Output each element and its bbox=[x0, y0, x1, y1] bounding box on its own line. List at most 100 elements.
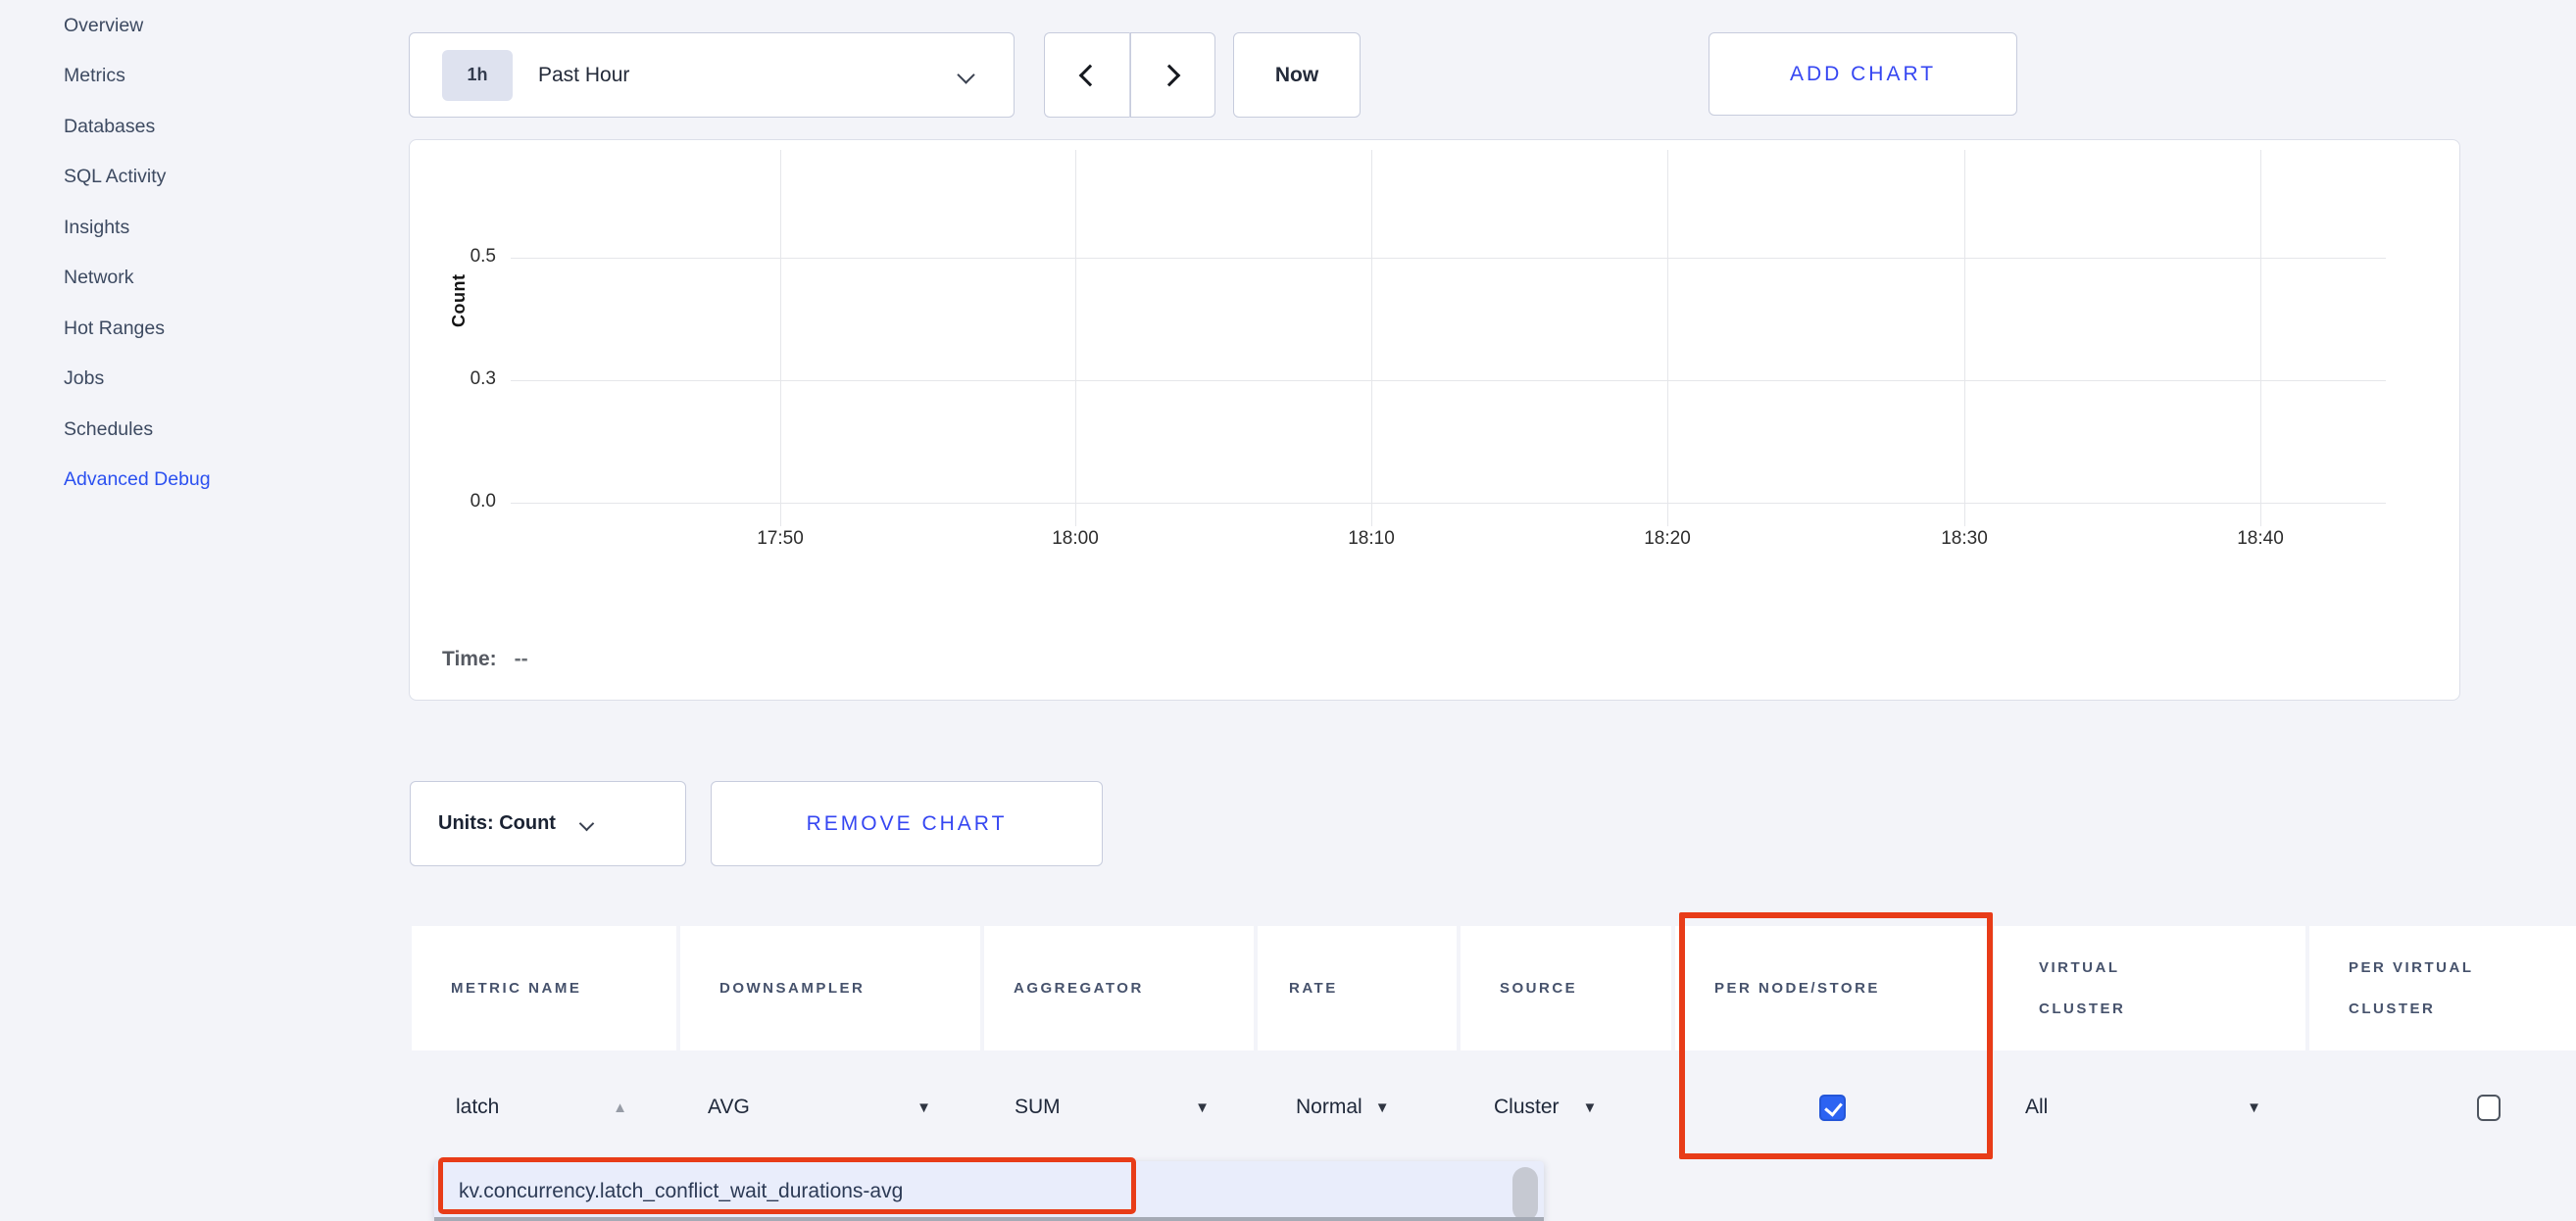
column-header-label: RATE bbox=[1289, 968, 1338, 1009]
add-chart-label: ADD CHART bbox=[1790, 63, 1936, 86]
triangle-down-icon: ▼ bbox=[916, 1100, 931, 1115]
sidebar-item-label: Insights bbox=[64, 217, 129, 239]
virtual-cluster-value: All bbox=[2025, 1096, 2048, 1119]
gridline bbox=[1371, 150, 1372, 526]
sidebar-item-label: Jobs bbox=[64, 367, 104, 390]
column-header-downsampler: DOWNSAMPLER bbox=[680, 926, 980, 1050]
metric-name-input[interactable]: latch ▲ bbox=[412, 1058, 676, 1156]
chevron-down-icon bbox=[579, 816, 595, 832]
triangle-down-icon: ▼ bbox=[1195, 1100, 1210, 1115]
column-header-per-virtual-cluster: PER VIRTUAL CLUSTER bbox=[2309, 926, 2576, 1050]
add-chart-button[interactable]: ADD CHART bbox=[1709, 32, 2017, 116]
time-pager bbox=[1044, 32, 1215, 118]
dropdown-scrollbar-thumb[interactable] bbox=[1512, 1167, 1538, 1221]
remove-chart-button[interactable]: REMOVE CHART bbox=[711, 781, 1103, 866]
x-tick-label: 18:40 bbox=[2237, 528, 2284, 550]
column-header-label: SOURCE bbox=[1500, 968, 1577, 1009]
sidebar-item-label: Overview bbox=[64, 15, 143, 37]
metric-suggestion-item[interactable]: kv.concurrency.latch_conflict_wait_durat… bbox=[459, 1172, 1341, 1211]
per-node-store-checkbox[interactable] bbox=[1819, 1095, 1846, 1121]
column-header-label: PER VIRTUAL CLUSTER bbox=[2349, 948, 2525, 1030]
gridline bbox=[780, 150, 781, 526]
column-header-metric-name: METRIC NAME bbox=[412, 926, 676, 1050]
prev-interval-button[interactable] bbox=[1044, 32, 1130, 118]
remove-chart-label: REMOVE CHART bbox=[807, 812, 1008, 836]
x-tick-label: 18:20 bbox=[1644, 528, 1691, 550]
advanced-debug-custom-chart-page: Overview Metrics Databases SQL Activity … bbox=[0, 0, 2576, 1221]
chevron-down-icon bbox=[957, 66, 974, 83]
sidebar-item-label: Metrics bbox=[64, 65, 125, 87]
y-tick-label: 0.0 bbox=[431, 491, 496, 513]
custom-chart-card: Count 0.5 0.3 0.0 17:50 18:00 18:10 18:2… bbox=[409, 139, 2460, 701]
rate-value: Normal bbox=[1296, 1096, 1362, 1119]
column-header-virtual-cluster: VIRTUAL CLUSTER bbox=[1994, 926, 2305, 1050]
hover-time-readout: Time: -- bbox=[442, 648, 528, 671]
aggregator-value: SUM bbox=[1015, 1096, 1061, 1119]
sidebar-item-hot-ranges[interactable]: Hot Ranges bbox=[64, 309, 358, 348]
x-tick-label: 17:50 bbox=[757, 528, 804, 550]
column-header-per-node-store: PER NODE/STORE bbox=[1675, 926, 1990, 1050]
time-value: -- bbox=[515, 648, 528, 671]
sidebar-item-network[interactable]: Network bbox=[64, 258, 358, 297]
source-value: Cluster bbox=[1494, 1096, 1560, 1119]
aggregator-select[interactable]: SUM ▼ bbox=[984, 1058, 1254, 1156]
column-header-aggregator: AGGREGATOR bbox=[984, 926, 1254, 1050]
triangle-down-icon: ▼ bbox=[2247, 1100, 2261, 1115]
column-header-label: PER NODE/STORE bbox=[1714, 968, 1880, 1009]
downsampler-select[interactable]: AVG ▼ bbox=[680, 1058, 980, 1156]
chevron-right-icon bbox=[1159, 64, 1181, 86]
y-tick-label: 0.5 bbox=[431, 246, 496, 268]
now-button-label: Now bbox=[1275, 64, 1318, 87]
triangle-down-icon: ▼ bbox=[1583, 1100, 1598, 1115]
time-range-select[interactable]: 1h Past Hour bbox=[409, 32, 1015, 118]
time-range-label: Past Hour bbox=[538, 64, 629, 87]
gridline bbox=[1667, 150, 1668, 526]
source-select[interactable]: Cluster ▼ bbox=[1461, 1058, 1671, 1156]
sidebar-item-databases[interactable]: Databases bbox=[64, 107, 358, 146]
y-tick-label: 0.3 bbox=[431, 368, 496, 390]
gridline bbox=[1075, 150, 1076, 526]
triangle-down-icon: ▼ bbox=[1375, 1100, 1390, 1115]
metric-name-value: latch bbox=[456, 1096, 499, 1119]
chevron-left-icon bbox=[1078, 64, 1101, 86]
column-header-source: SOURCE bbox=[1461, 926, 1671, 1050]
sidebar-item-label: Hot Ranges bbox=[64, 317, 165, 340]
virtual-cluster-select[interactable]: All ▼ bbox=[1994, 1058, 2305, 1156]
triangle-up-icon: ▲ bbox=[613, 1100, 627, 1115]
gridline bbox=[511, 380, 2386, 381]
now-button[interactable]: Now bbox=[1233, 32, 1361, 118]
sidebar-item-advanced-debug[interactable]: Advanced Debug bbox=[64, 460, 358, 499]
per-virtual-cluster-checkbox[interactable] bbox=[2477, 1095, 2501, 1121]
next-interval-button[interactable] bbox=[1130, 32, 1216, 118]
column-header-label: VIRTUAL CLUSTER bbox=[2039, 948, 2196, 1030]
gridline bbox=[1964, 150, 1965, 526]
per-virtual-cluster-cell bbox=[2309, 1058, 2576, 1156]
sidebar-item-overview[interactable]: Overview bbox=[64, 6, 358, 45]
gridline bbox=[511, 258, 2386, 259]
column-header-label: AGGREGATOR bbox=[1014, 968, 1144, 1009]
sidebar-item-label: Network bbox=[64, 267, 134, 289]
sidebar-item-schedules[interactable]: Schedules bbox=[64, 410, 358, 449]
sidebar-item-label: Databases bbox=[64, 116, 155, 138]
rate-select[interactable]: Normal ▼ bbox=[1258, 1058, 1457, 1156]
x-tick-label: 18:30 bbox=[1941, 528, 1988, 550]
per-node-store-cell bbox=[1675, 1058, 1990, 1156]
sidebar-item-sql-activity[interactable]: SQL Activity bbox=[64, 157, 358, 196]
sidebar-item-metrics[interactable]: Metrics bbox=[64, 56, 358, 95]
sidebar-item-insights[interactable]: Insights bbox=[64, 208, 358, 247]
metric-suggestion-label: kv.concurrency.latch_conflict_wait_durat… bbox=[459, 1180, 903, 1203]
sidebar-item-label: SQL Activity bbox=[64, 166, 166, 188]
column-header-label: METRIC NAME bbox=[451, 968, 581, 1009]
sidebar-item-label: Schedules bbox=[64, 418, 153, 441]
time-label: Time: bbox=[442, 648, 497, 671]
sidebar-item-jobs[interactable]: Jobs bbox=[64, 359, 358, 398]
sidebar-item-label: Advanced Debug bbox=[64, 468, 211, 491]
time-range-badge: 1h bbox=[442, 50, 513, 101]
units-select-label: Units: Count bbox=[438, 812, 556, 835]
downsampler-value: AVG bbox=[708, 1096, 750, 1119]
gridline bbox=[2260, 150, 2261, 526]
units-select[interactable]: Units: Count bbox=[410, 781, 686, 866]
dropdown-row-divider bbox=[434, 1217, 1544, 1221]
x-tick-label: 18:00 bbox=[1052, 528, 1099, 550]
column-header-label: DOWNSAMPLER bbox=[719, 968, 865, 1009]
